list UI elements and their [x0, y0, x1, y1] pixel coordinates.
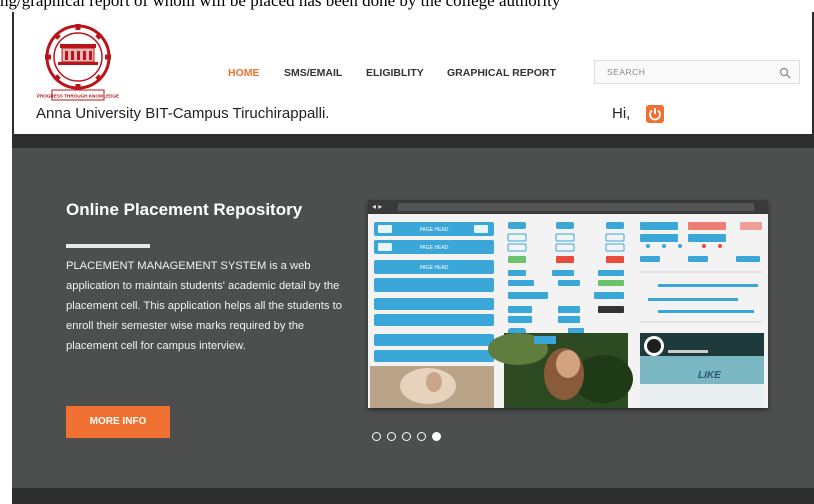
hero-section: Online Placement Repository PLACEMENT MA…: [12, 148, 814, 488]
search-icon[interactable]: [779, 67, 791, 79]
logout-power-icon[interactable]: [646, 105, 664, 123]
nav-home[interactable]: HOME: [228, 67, 260, 79]
slide-dot-1[interactable]: [372, 432, 381, 441]
slide-dot-5[interactable]: [432, 432, 441, 441]
logo-caption: PROGRESS THROUGH KNOWLEDGE: [37, 94, 119, 99]
more-info-button[interactable]: MORE INFO: [66, 406, 170, 438]
university-logo: PROGRESS THROUGH KNOWLEDGE: [37, 24, 119, 101]
slide-dot-3[interactable]: [402, 432, 411, 441]
nav-eligiblity[interactable]: ELIGIBLITY: [366, 67, 424, 79]
site-frame: PROGRESS THROUGH KNOWLEDGE HOME SMS/EMAIL…: [12, 12, 814, 504]
nav-graphical-report[interactable]: GRAPHICAL REPORT: [447, 67, 556, 79]
university-name: Anna University BIT-Campus Tiruchirappal…: [36, 105, 330, 122]
site-header: PROGRESS THROUGH KNOWLEDGE HOME SMS/EMAIL…: [12, 12, 814, 134]
search-input[interactable]: [595, 61, 765, 83]
mockup-address-bar: [398, 203, 754, 211]
mockup-page-head-2: PAGE HEAD: [420, 245, 449, 251]
mockup-content: PAGE HEAD PAGE HEAD PAGE HEAD LIKE: [370, 222, 764, 408]
mockup-like-text: LIKE: [698, 370, 721, 381]
hero-title: Online Placement Repository: [66, 200, 303, 219]
top-caption: ng/graphical report of whom will be plac…: [0, 0, 814, 12]
mockup-nav-arrows-icon: ◂ ▸: [372, 202, 383, 211]
mockup-browser-bar: ◂ ▸: [368, 200, 768, 214]
slide-dot-2[interactable]: [387, 432, 396, 441]
user-greeting: Hi,: [612, 105, 631, 122]
bottom-strip: [12, 488, 814, 504]
mockup-page-head-1: PAGE HEAD: [420, 227, 449, 233]
hero-title-underline: [66, 244, 150, 248]
search-box: [594, 60, 800, 84]
slide-dot-4[interactable]: [417, 432, 426, 441]
mockup-page-head-3: PAGE HEAD: [420, 265, 449, 271]
caption-text: ng/graphical report of whom will be plac…: [0, 0, 561, 10]
hero-description: PLACEMENT MANAGEMENT SYSTEM is a web app…: [66, 260, 342, 352]
slide-image-ui-mockup: ◂ ▸ PAGE HEAD PAGE HEAD PAGE HEAD LIKE: [368, 200, 768, 408]
nav-sms-email[interactable]: SMS/EMAIL: [284, 67, 342, 79]
